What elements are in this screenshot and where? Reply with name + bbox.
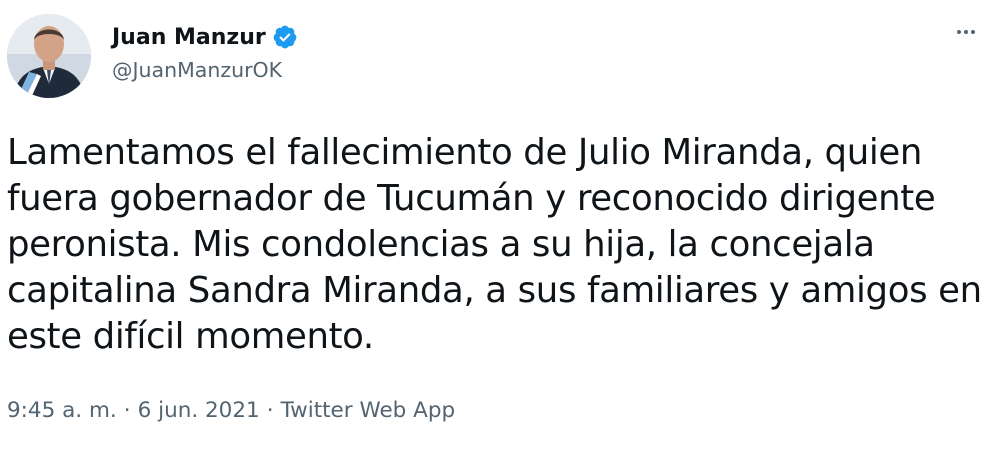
tweet-text-line: capitalina Sandra Miranda, a sus familia… (7, 270, 982, 311)
tweet-text-line: peronista. Mis condolencias a su hija, l… (7, 224, 875, 265)
meta-separator: · (123, 398, 131, 423)
more-options-icon[interactable] (954, 20, 978, 44)
tweet-text-line: fuera gobernador de Tucumán y reconocido… (7, 178, 936, 219)
display-name[interactable]: Juan Manzur (112, 25, 266, 50)
tweet-time[interactable]: 9:45 a. m. (7, 398, 117, 423)
meta-separator: · (266, 398, 274, 423)
tweet-date[interactable]: 6 jun. 2021 (138, 398, 260, 423)
username[interactable]: @JuanManzurOK (112, 58, 282, 82)
tweet-card: Juan Manzur @JuanManzurOK Lamentamos el … (0, 0, 988, 454)
tweet-source[interactable]: Twitter Web App (281, 398, 456, 423)
tweet-text: Lamentamos el fallecimiento de Julio Mir… (7, 130, 982, 360)
profile-photo-icon (7, 14, 91, 98)
verified-badge-icon (272, 24, 298, 50)
author-name-row[interactable]: Juan Manzur (112, 20, 298, 54)
tweet-meta: 9:45 a. m. · 6 jun. 2021 · Twitter Web A… (7, 398, 455, 423)
tweet-text-line: Lamentamos el fallecimiento de Julio Mir… (7, 132, 923, 173)
tweet-text-line: este difícil momento. (7, 316, 374, 357)
avatar[interactable] (7, 14, 91, 98)
